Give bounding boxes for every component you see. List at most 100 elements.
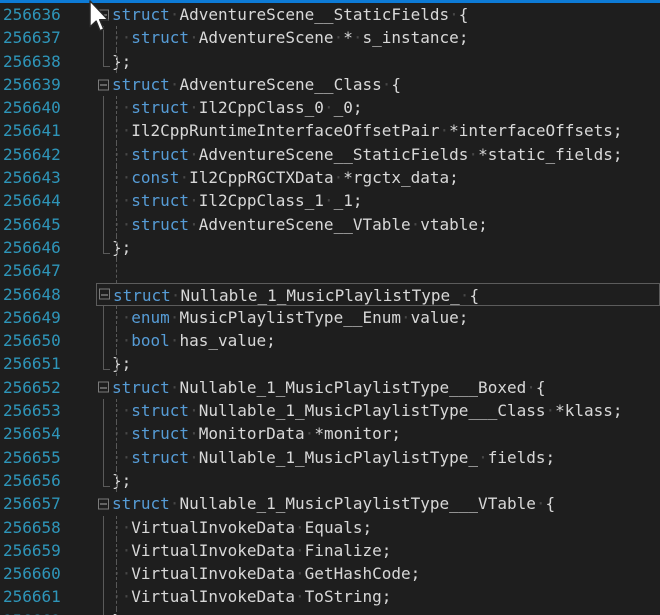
code-line[interactable]: 256642··struct·AdventureScene__StaticFie…: [0, 143, 660, 166]
code-text[interactable]: struct·Nullable_1_MusicPlaylistType___VT…: [112, 492, 660, 515]
code-text[interactable]: ··struct·AdventureScene·*·s_instance;: [112, 26, 660, 49]
code-line[interactable]: 256655 ··struct·Nullable_1_MusicPlaylistT…: [0, 446, 660, 469]
code-text[interactable]: struct·Nullable_1_MusicPlaylistType___Bo…: [112, 376, 660, 399]
code-line[interactable]: 256661 ··VirtualInvokeData·ToString;: [0, 585, 660, 608]
line-number: 256636: [0, 3, 96, 26]
code-line[interactable]: 256650 ··bool·has_value;: [0, 329, 660, 352]
line-number: 256648: [0, 283, 96, 306]
fold-region-line: [96, 143, 112, 166]
line-number: 256640: [0, 96, 96, 119]
code-line[interactable]: 256646};: [0, 236, 660, 259]
code-line[interactable]: 256659 ··VirtualInvokeData·Finalize;: [0, 539, 660, 562]
fold-region-line: [96, 306, 112, 329]
code-line[interactable]: 256640 ··struct·Il2CppClass_0·_0;: [0, 96, 660, 119]
line-number: 256655: [0, 446, 96, 469]
line-number: 256643: [0, 166, 96, 189]
code-text[interactable]: ··struct·Il2CppClass_1·_1;: [112, 189, 660, 212]
code-line[interactable]: 256639 struct·AdventureScene__Class·{: [0, 73, 660, 96]
code-text[interactable]: ··VirtualInvokeData·Finalize;: [112, 539, 660, 562]
line-number: 256659: [0, 539, 96, 562]
fold-collapse-icon[interactable]: [96, 376, 112, 399]
fold-region-line: [96, 236, 112, 259]
fold-region-line: [96, 166, 112, 189]
code-text[interactable]: struct·Nullable_1_MusicPlaylistType_·{: [113, 284, 659, 305]
code-text[interactable]: struct·AdventureScene__StaticFields·{: [112, 3, 660, 26]
fold-gutter: [96, 259, 112, 282]
code-line[interactable]: 256637 ··struct·AdventureScene·*·s_instan…: [0, 26, 660, 49]
code-text[interactable]: ··VirtualInvokeData·Equals;: [112, 516, 660, 539]
code-line[interactable]: 256641 ··Il2CppRuntimeInterfaceOffsetPair…: [0, 119, 660, 142]
line-number: 256639: [0, 73, 96, 96]
line-number: 256647: [0, 259, 96, 282]
code-editor: 256636 struct·AdventureScene__StaticField…: [0, 0, 660, 615]
fold-region-line: [96, 422, 112, 445]
line-number: 256637: [0, 26, 96, 49]
code-line[interactable]: 256652struct·Nullable_1_MusicPlaylistTyp…: [0, 376, 660, 399]
code-line[interactable]: 256653 ··struct·Nullable_1_MusicPlaylistT…: [0, 399, 660, 422]
code-text[interactable]: ··VirtualInvokeData·GetHashCode;: [112, 562, 660, 585]
code-text[interactable]: };: [112, 609, 660, 615]
line-number: 256657: [0, 492, 96, 515]
line-number: 256656: [0, 469, 96, 492]
fold-region-line: [96, 352, 112, 375]
code-text[interactable]: ··enum·MusicPlaylistType__Enum·value;: [112, 306, 660, 329]
fold-collapse-icon[interactable]: [97, 284, 113, 305]
code-text[interactable]: ··Il2CppRuntimeInterfaceOffsetPair·*inte…: [112, 119, 660, 142]
line-number: 256641: [0, 119, 96, 142]
line-number: 256646: [0, 236, 96, 259]
code-line[interactable]: 256645 ··struct·AdventureScene__VTable·vt…: [0, 213, 660, 236]
code-line[interactable]: 256660 ··VirtualInvokeData·GetHashCode;: [0, 562, 660, 585]
fold-region-line: [96, 213, 112, 236]
code-line[interactable]: 256658··VirtualInvokeData·Equals;: [0, 516, 660, 539]
line-number: 256651: [0, 352, 96, 375]
code-line[interactable]: 256662};: [0, 609, 660, 615]
line-number: 256654: [0, 422, 96, 445]
code-line[interactable]: 256654 ··struct·MonitorData·*monitor;: [0, 422, 660, 445]
line-number: 256653: [0, 399, 96, 422]
code-text[interactable]: };: [112, 469, 660, 492]
code-line[interactable]: 256657 struct·Nullable_1_MusicPlaylistTyp…: [0, 492, 660, 515]
fold-region-line: [96, 446, 112, 469]
fold-region-line: [96, 539, 112, 562]
line-number: 256650: [0, 329, 96, 352]
code-line-current[interactable]: 256648 struct·Nullable_1_MusicPlaylistTyp…: [0, 283, 660, 306]
code-line[interactable]: 256656};: [0, 469, 660, 492]
code-line[interactable]: 256636 struct·AdventureScene__StaticField…: [0, 3, 660, 26]
code-text[interactable]: ··struct·MonitorData·*monitor;: [112, 422, 660, 445]
fold-region-line: [96, 329, 112, 352]
code-text[interactable]: struct·AdventureScene__Class·{: [112, 73, 660, 96]
code-line[interactable]: 256638};: [0, 50, 660, 73]
line-number: 256661: [0, 585, 96, 608]
code-text[interactable]: ··struct·Nullable_1_MusicPlaylistType_·f…: [112, 446, 660, 469]
fold-collapse-icon[interactable]: [96, 492, 112, 515]
code-line[interactable]: 256647: [0, 259, 660, 282]
code-line[interactable]: 256644··struct·Il2CppClass_1·_1;: [0, 189, 660, 212]
fold-collapse-icon[interactable]: [96, 3, 112, 26]
fold-collapse-icon[interactable]: [96, 73, 112, 96]
code-text[interactable]: ··VirtualInvokeData·ToString;: [112, 585, 660, 608]
code-text[interactable]: ··struct·Nullable_1_MusicPlaylistType___…: [112, 399, 660, 422]
code-text[interactable]: [112, 259, 660, 282]
code-text[interactable]: };: [112, 50, 660, 73]
line-number: 256645: [0, 213, 96, 236]
code-text[interactable]: ··struct·Il2CppClass_0·_0;: [112, 96, 660, 119]
code-text[interactable]: ··const·Il2CppRGCTXData·*rgctx_data;: [112, 166, 660, 189]
code-text[interactable]: ··struct·AdventureScene__VTable·vtable;: [112, 213, 660, 236]
code-line[interactable]: 256649··enum·MusicPlaylistType__Enum·val…: [0, 306, 660, 329]
fold-region-line: [96, 50, 112, 73]
fold-region-line: [96, 399, 112, 422]
fold-region-line: [96, 189, 112, 212]
fold-region-line: [96, 562, 112, 585]
code-text[interactable]: ··bool·has_value;: [112, 329, 660, 352]
code-text[interactable]: ··struct·AdventureScene__StaticFields·*s…: [112, 143, 660, 166]
line-number: 256662: [0, 609, 96, 615]
code-line[interactable]: 256651};: [0, 352, 660, 375]
fold-region-line: [96, 585, 112, 608]
code-text[interactable]: };: [112, 236, 660, 259]
line-number: 256660: [0, 562, 96, 585]
fold-region-line: [96, 96, 112, 119]
editor-code-area[interactable]: 256636 struct·AdventureScene__StaticField…: [0, 3, 660, 615]
code-text[interactable]: };: [112, 352, 660, 375]
fold-region-line: [96, 609, 112, 615]
code-line[interactable]: 256643 ··const·Il2CppRGCTXData·*rgctx_dat…: [0, 166, 660, 189]
